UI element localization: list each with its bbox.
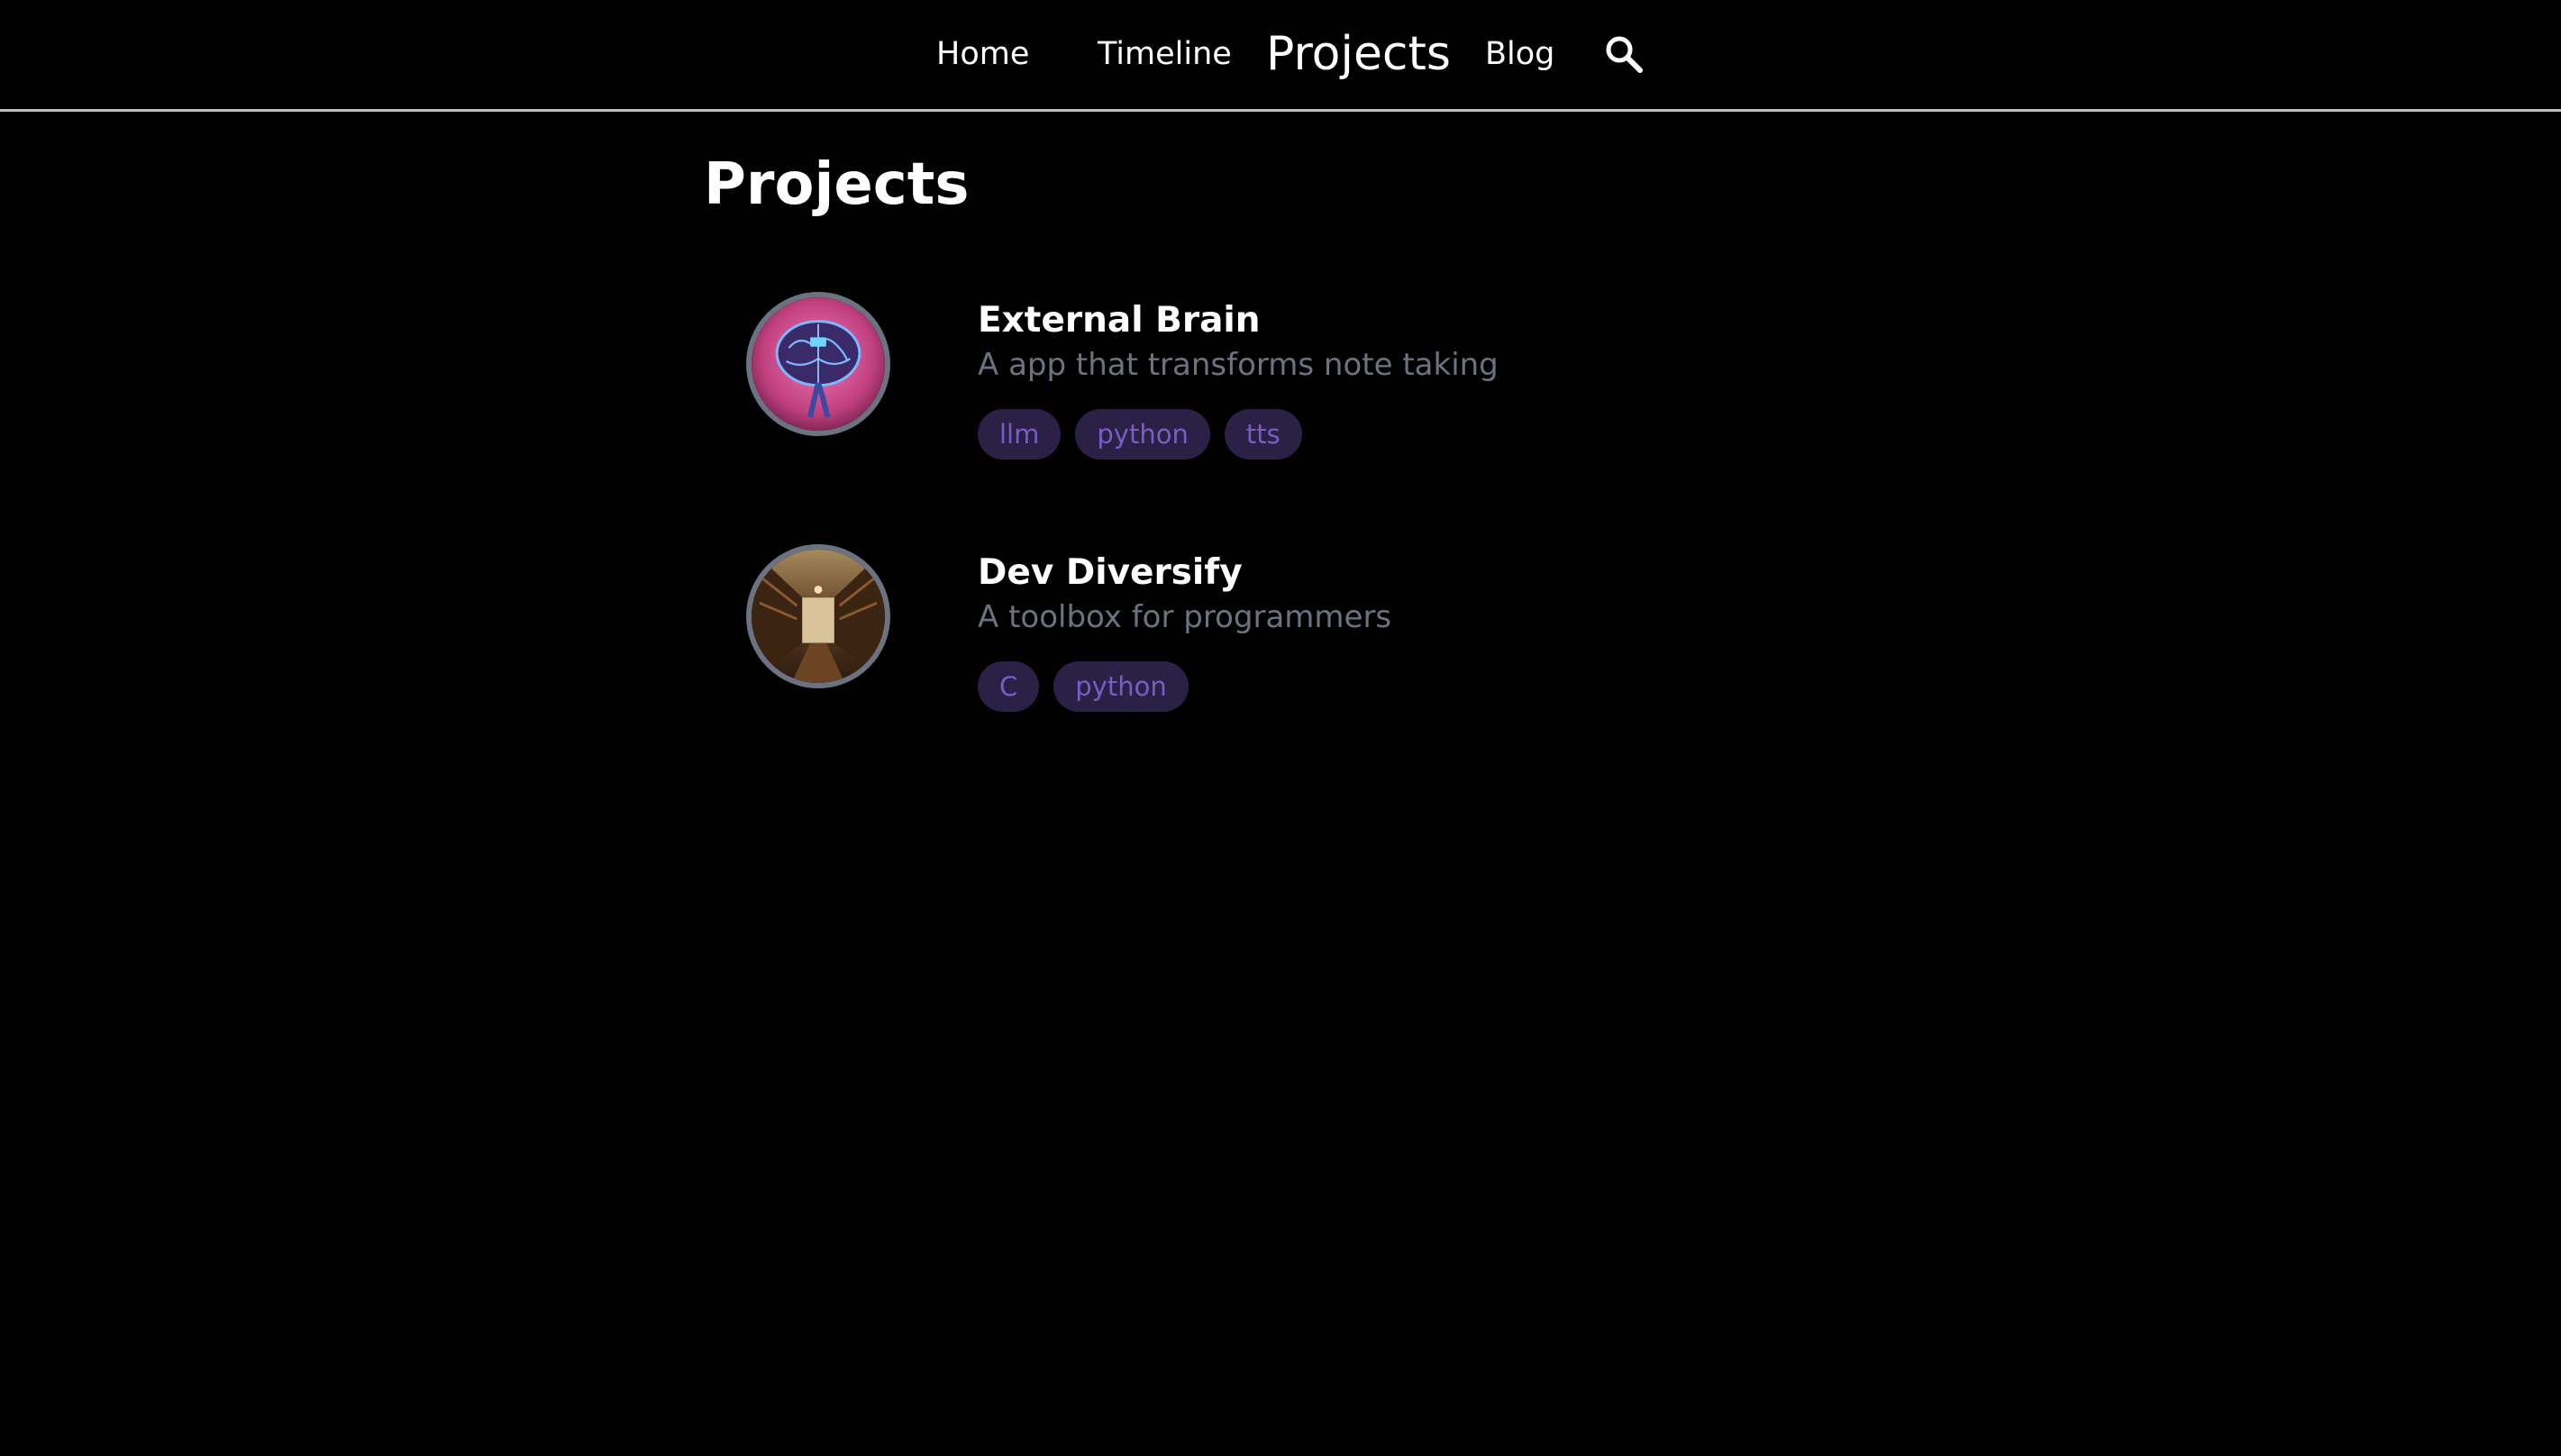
- tag-badge[interactable]: llm: [978, 409, 1062, 460]
- nav-timeline-link[interactable]: Timeline: [1098, 0, 1232, 108]
- library-image[interactable]: [746, 544, 890, 688]
- tag-badge[interactable]: python: [1053, 661, 1189, 712]
- project-description: A app that transforms note taking: [978, 347, 1499, 383]
- nav-blog-link[interactable]: Blog: [1485, 0, 1554, 108]
- project-title[interactable]: External Brain: [978, 297, 1261, 344]
- tag-badge[interactable]: tts: [1224, 409, 1302, 460]
- search-icon[interactable]: [1604, 34, 1644, 74]
- tag-badge[interactable]: python: [1075, 409, 1210, 460]
- project-description: A toolbox for programmers: [978, 599, 1392, 635]
- project-card-external-brain[interactable]: External Brain A app that transforms not…: [746, 292, 1918, 460]
- tag-list: llm python tts: [978, 409, 1302, 460]
- top-navigation: Home Timeline Projects Blog: [0, 0, 2561, 112]
- project-card-dev-diversify[interactable]: Dev Diversify A toolbox for programmers …: [746, 544, 1918, 712]
- tag-badge[interactable]: C: [978, 661, 1040, 712]
- brain-image[interactable]: [746, 292, 890, 436]
- tag-list: C python: [978, 661, 1189, 712]
- nav-projects-link[interactable]: Projects: [1266, 0, 1451, 108]
- nav-home-link[interactable]: Home: [936, 0, 1029, 108]
- project-title[interactable]: Dev Diversify: [978, 550, 1243, 596]
- page-title: Projects: [704, 151, 970, 218]
